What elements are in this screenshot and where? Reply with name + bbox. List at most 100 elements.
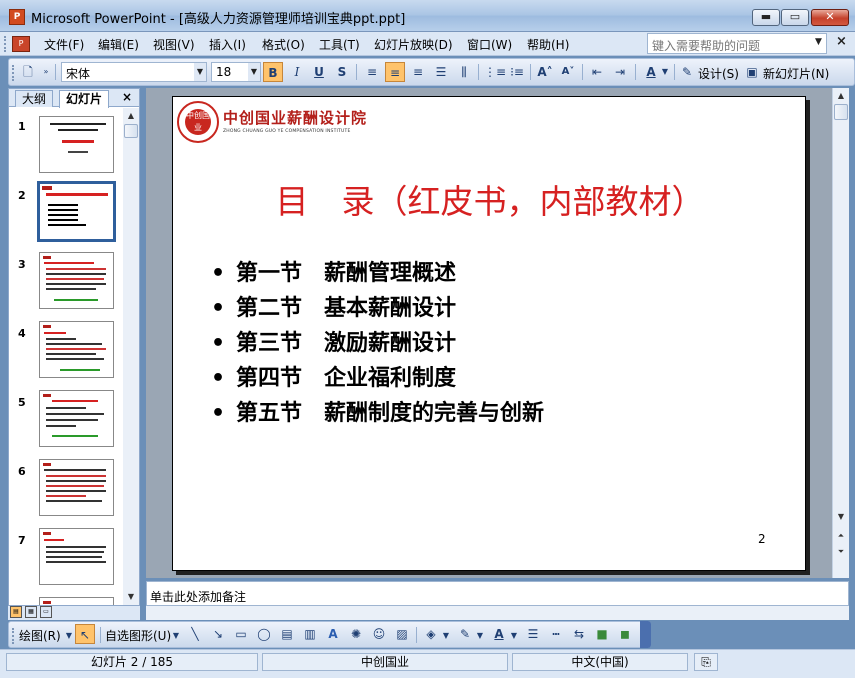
slide-scrollbar[interactable]: ▲ ▼ ⏶ ⏷: [832, 88, 849, 578]
textbox-tool-icon[interactable]: ▤: [277, 624, 297, 644]
vertical-textbox-icon[interactable]: ▥: [300, 624, 320, 644]
thumbnails-scrollbar[interactable]: ▲ ▼: [123, 108, 139, 605]
slide-thumbnail-selected[interactable]: [37, 181, 116, 242]
chevron-down-icon[interactable]: ▼: [64, 626, 74, 646]
scroll-up-icon[interactable]: ▲: [833, 88, 849, 104]
slide-thumbnails[interactable]: 1 2 3 4 5 6 7: [9, 108, 125, 605]
close-document-button[interactable]: ×: [836, 34, 847, 49]
line-tool-icon[interactable]: ╲: [185, 624, 205, 644]
align-center-icon[interactable]: ≡: [385, 62, 405, 82]
menu-view[interactable]: 视图(V): [153, 36, 195, 53]
select-pointer-icon[interactable]: ↖: [75, 624, 95, 644]
chevron-down-icon[interactable]: ▼: [248, 63, 260, 81]
chevron-down-icon[interactable]: ▼: [171, 626, 181, 646]
slide-title[interactable]: 目 录（红皮书，内部教材）: [173, 175, 807, 223]
align-right-icon[interactable]: ≡: [408, 62, 428, 82]
arrow-tool-icon[interactable]: ↘: [208, 624, 228, 644]
menu-tools[interactable]: 工具(T): [319, 36, 360, 53]
bold-button[interactable]: B: [263, 62, 283, 82]
draw-menu-button[interactable]: 绘图(R): [19, 627, 61, 644]
previous-slide-icon[interactable]: ⏶: [833, 528, 849, 544]
dash-style-icon[interactable]: ┅: [546, 624, 566, 644]
decrease-font-icon[interactable]: A˅: [558, 62, 578, 82]
font-name-select[interactable]: 宋体 ▼: [61, 62, 207, 82]
clipart-icon[interactable]: ☺: [369, 624, 389, 644]
slide-bullet-list[interactable]: 第一节 薪酬管理概述 第二节 基本薪酬设计 第三节 激励薪酬设计 第四节 企业福…: [211, 261, 544, 436]
shadow-style-icon[interactable]: ■: [592, 624, 612, 644]
fill-color-icon[interactable]: ◈: [421, 624, 441, 644]
menu-file[interactable]: 文件(F): [44, 36, 84, 53]
notes-pane[interactable]: 单击此处添加备注: [146, 581, 849, 606]
minimize-button[interactable]: ▬: [752, 9, 780, 26]
maximize-button[interactable]: ▭: [781, 9, 809, 26]
underline-button[interactable]: U: [309, 62, 329, 82]
align-left-icon[interactable]: ≡: [362, 62, 382, 82]
close-pane-icon[interactable]: ×: [122, 90, 132, 104]
column-icon[interactable]: ⫼: [454, 62, 474, 82]
slide-thumbnail[interactable]: [39, 528, 114, 585]
font-color-icon[interactable]: A: [641, 62, 661, 82]
increase-indent-icon[interactable]: ⇥: [610, 62, 630, 82]
autoshapes-button[interactable]: 自选图形(U): [105, 627, 171, 644]
spelling-status-icon[interactable]: ⎘: [694, 653, 718, 671]
slide-sorter-view-icon[interactable]: ▦: [25, 606, 37, 618]
3d-style-icon[interactable]: ◼: [615, 624, 635, 644]
picture-icon[interactable]: ▨: [392, 624, 412, 644]
font-size-select[interactable]: 18 ▼: [211, 62, 261, 82]
slide-thumbnail[interactable]: [39, 459, 114, 516]
menu-window[interactable]: 窗口(W): [467, 36, 512, 53]
increase-font-icon[interactable]: A˄: [535, 62, 555, 82]
menu-grip[interactable]: [4, 36, 7, 52]
new-slide-icon[interactable]: ▣: [742, 62, 762, 82]
horizontal-scrollbar[interactable]: [146, 606, 849, 620]
chevron-down-icon[interactable]: ▼: [660, 62, 670, 82]
menu-slideshow[interactable]: 幻灯片放映(D): [374, 36, 453, 53]
tab-outline[interactable]: 大纲: [15, 90, 54, 107]
toolbar-options-icon[interactable]: [640, 621, 651, 648]
new-document-icon[interactable]: 🗋: [18, 62, 38, 82]
slide-thumbnail[interactable]: [39, 390, 114, 447]
wordart-icon[interactable]: A: [323, 624, 343, 644]
scroll-down-icon[interactable]: ▼: [123, 589, 139, 605]
tab-slides[interactable]: 幻灯片: [59, 90, 110, 108]
chevron-down-icon[interactable]: ▼: [194, 63, 206, 81]
font-color-icon[interactable]: A: [489, 624, 509, 644]
slide-thumbnail[interactable]: [39, 597, 114, 605]
italic-button[interactable]: I: [287, 62, 307, 82]
scroll-thumb[interactable]: [124, 124, 138, 138]
shadow-button[interactable]: S: [332, 62, 352, 82]
close-button[interactable]: ✕: [811, 9, 849, 26]
notes-placeholder[interactable]: 单击此处添加备注: [150, 588, 246, 605]
numbering-icon[interactable]: ⋮≡: [484, 62, 506, 82]
menu-help[interactable]: 帮助(H): [527, 36, 569, 53]
slide-editing-area[interactable]: 中创国业 中创国业薪酬设计院 ZHONG CHUANG GUO YE COMPE…: [146, 88, 832, 578]
bullets-icon[interactable]: ⁝≡: [507, 62, 527, 82]
normal-view-icon[interactable]: ▤: [10, 606, 22, 618]
distribute-icon[interactable]: ☰: [431, 62, 451, 82]
oval-tool-icon[interactable]: ◯: [254, 624, 274, 644]
design-icon[interactable]: ✎: [677, 62, 697, 82]
rectangle-tool-icon[interactable]: ▭: [231, 624, 251, 644]
design-button[interactable]: 设计(S): [698, 65, 739, 82]
current-slide[interactable]: 中创国业 中创国业薪酬设计院 ZHONG CHUANG GUO YE COMPE…: [172, 96, 806, 571]
help-dropdown-icon[interactable]: ▼: [815, 37, 822, 47]
next-slide-icon[interactable]: ⏷: [833, 544, 849, 560]
decrease-indent-icon[interactable]: ⇤: [587, 62, 607, 82]
powerpoint-app-icon[interactable]: P: [9, 9, 25, 25]
line-color-icon[interactable]: ✎: [455, 624, 475, 644]
slide-thumbnail[interactable]: [39, 116, 114, 173]
scroll-up-icon[interactable]: ▲: [123, 108, 139, 124]
toolbar-grip[interactable]: [12, 65, 15, 81]
slide-thumbnail[interactable]: [39, 321, 114, 378]
menu-edit[interactable]: 编辑(E): [98, 36, 139, 53]
scroll-down-icon[interactable]: ▼: [833, 509, 849, 525]
diagram-icon[interactable]: ✺: [346, 624, 366, 644]
scroll-thumb[interactable]: [834, 104, 848, 120]
help-search-input[interactable]: 键入需要帮助的问题: [647, 33, 827, 54]
chevron-down-icon[interactable]: ▼: [441, 626, 451, 646]
new-slide-button[interactable]: 新幻灯片(N): [763, 65, 829, 82]
menu-insert[interactable]: 插入(I): [209, 36, 246, 53]
chevron-down-icon[interactable]: ▼: [475, 626, 485, 646]
toolbar-options-icon[interactable]: »: [40, 62, 52, 82]
chevron-down-icon[interactable]: ▼: [509, 626, 519, 646]
